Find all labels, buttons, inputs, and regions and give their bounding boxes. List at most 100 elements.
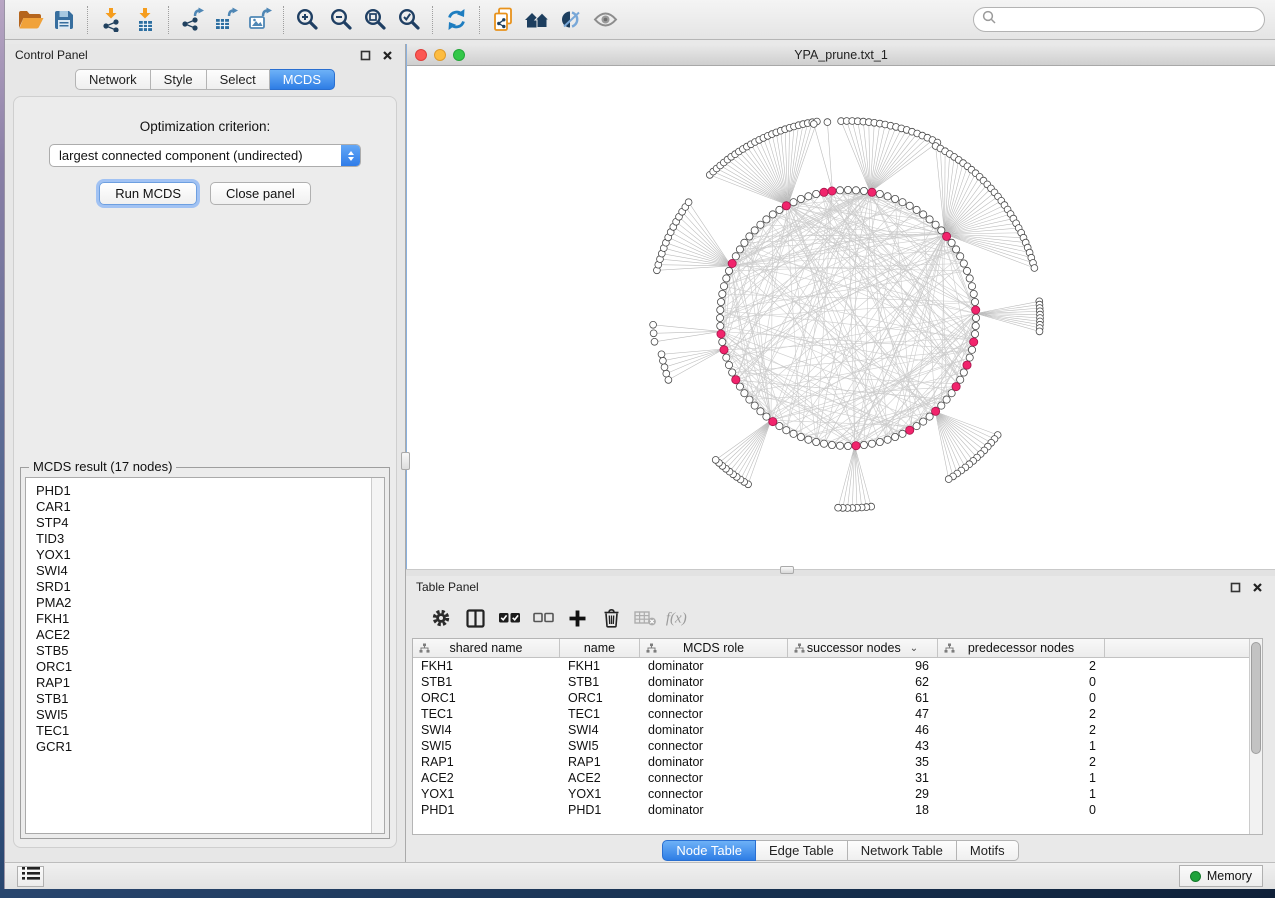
open-file-icon[interactable] xyxy=(13,4,47,36)
close-table-panel-icon[interactable] xyxy=(1249,579,1265,595)
table-row[interactable]: TEC1TEC1connector472 xyxy=(413,706,1262,722)
mcds-result-scrollbar[interactable] xyxy=(371,478,384,833)
export-network-icon[interactable] xyxy=(175,4,209,36)
mcds-result-item[interactable]: ACE2 xyxy=(36,627,374,643)
export-table-icon[interactable] xyxy=(209,4,243,36)
export-image-icon[interactable] xyxy=(243,4,277,36)
table-row[interactable]: RAP1RAP1dominator352 xyxy=(413,754,1262,770)
horizontal-splitter[interactable] xyxy=(406,569,1275,576)
mcds-result-item[interactable]: PHD1 xyxy=(36,483,374,499)
add-column-icon[interactable] xyxy=(562,603,592,633)
mcds-result-item[interactable]: SWI4 xyxy=(36,563,374,579)
save-session-icon[interactable] xyxy=(47,4,81,36)
import-table-icon[interactable] xyxy=(128,4,162,36)
select-all-checkboxes-icon[interactable] xyxy=(494,603,524,633)
table-cell: 0 xyxy=(938,690,1105,706)
desktop: Control Panel NetworkStyleSelectMCDS Opt… xyxy=(0,0,1275,898)
mcds-result-item[interactable]: TEC1 xyxy=(36,723,374,739)
settings-gear-icon[interactable] xyxy=(426,603,456,633)
column-header-MCDS-role[interactable]: MCDS role xyxy=(640,639,788,657)
run-mcds-button[interactable]: Run MCDS xyxy=(99,182,197,205)
network-graph[interactable] xyxy=(407,66,1275,564)
tab-style[interactable]: Style xyxy=(151,69,207,90)
task-history-button[interactable] xyxy=(17,866,44,887)
delete-column-icon[interactable] xyxy=(596,603,626,633)
horizontal-splitter-handle[interactable] xyxy=(780,566,794,574)
mcds-result-item[interactable]: SWI5 xyxy=(36,707,374,723)
tab-motifs[interactable]: Motifs xyxy=(957,840,1019,861)
criterion-select-value: largest connected component (undirected) xyxy=(50,148,341,163)
table-cell: SWI5 xyxy=(560,738,640,754)
import-network-icon[interactable] xyxy=(94,4,128,36)
clear-selection-checkboxes-icon[interactable] xyxy=(528,603,558,633)
mcds-result-item[interactable]: STB1 xyxy=(36,691,374,707)
table-panel-title: Table Panel xyxy=(416,580,479,594)
mcds-result-item[interactable]: ORC1 xyxy=(36,659,374,675)
preview-eye-icon[interactable] xyxy=(588,4,622,36)
hide-panels-icon[interactable] xyxy=(554,4,588,36)
function-builder-icon: f(x) xyxy=(664,603,694,633)
table-scrollbar-thumb[interactable] xyxy=(1251,642,1261,754)
mcds-result-item[interactable]: GCR1 xyxy=(36,739,374,755)
zoom-selected-icon[interactable] xyxy=(392,4,426,36)
share-document-icon[interactable] xyxy=(486,4,520,36)
zoom-fit-icon[interactable] xyxy=(358,4,392,36)
memory-button[interactable]: Memory xyxy=(1179,865,1263,887)
table-cell: dominator xyxy=(640,690,788,706)
table-cell: RAP1 xyxy=(413,754,560,770)
mcds-result-item[interactable]: RAP1 xyxy=(36,675,374,691)
tab-mcds[interactable]: MCDS xyxy=(270,69,335,90)
table-cell: dominator xyxy=(640,674,788,690)
zoom-out-icon[interactable] xyxy=(324,4,358,36)
mcds-result-item[interactable]: CAR1 xyxy=(36,499,374,515)
tab-node-table[interactable]: Node Table xyxy=(662,840,756,861)
refresh-layout-icon[interactable] xyxy=(439,4,473,36)
column-visibility-icon[interactable] xyxy=(460,603,490,633)
tab-network-table[interactable]: Network Table xyxy=(848,840,957,861)
tab-network[interactable]: Network xyxy=(75,69,151,90)
mcds-result-item[interactable]: TID3 xyxy=(36,531,374,547)
mcds-result-item[interactable]: SRD1 xyxy=(36,579,374,595)
column-header-successor-nodes[interactable]: successor nodes⌄ xyxy=(788,639,938,657)
float-table-panel-icon[interactable] xyxy=(1227,579,1243,595)
table-row[interactable]: ACE2ACE2connector311 xyxy=(413,770,1262,786)
table-tabs: Node TableEdge TableNetwork TableMotifs xyxy=(406,835,1275,862)
table-scrollbar-track[interactable] xyxy=(1249,639,1262,834)
app-window: Control Panel NetworkStyleSelectMCDS Opt… xyxy=(4,0,1275,889)
mcds-result-item[interactable]: STB5 xyxy=(36,643,374,659)
tab-edge-table[interactable]: Edge Table xyxy=(756,840,848,861)
mcds-result-item[interactable]: PMA2 xyxy=(36,595,374,611)
mcds-result-item[interactable]: STP4 xyxy=(36,515,374,531)
table-cell: 2 xyxy=(938,754,1105,770)
search-input[interactable] xyxy=(1001,13,1256,27)
toolbar-separator xyxy=(87,6,88,34)
memory-status-icon xyxy=(1190,871,1201,882)
column-header-shared-name[interactable]: shared name xyxy=(413,639,560,657)
table-row[interactable]: SWI5SWI5connector431 xyxy=(413,738,1262,754)
column-header-name[interactable]: name xyxy=(560,639,640,657)
table-row[interactable]: PHD1PHD1dominator180 xyxy=(413,802,1262,818)
mcds-result-item[interactable]: FKH1 xyxy=(36,611,374,627)
table-row[interactable]: SWI4SWI4dominator462 xyxy=(413,722,1262,738)
close-panel-icon[interactable] xyxy=(379,47,395,63)
toolbar-separator xyxy=(479,6,480,34)
search-box[interactable] xyxy=(973,7,1265,32)
table-row[interactable]: FKH1FKH1dominator962 xyxy=(413,658,1262,674)
vertical-splitter-handle[interactable] xyxy=(401,452,410,470)
criterion-select[interactable]: largest connected component (undirected) xyxy=(49,144,361,167)
toolbar-separator xyxy=(283,6,284,34)
table-row[interactable]: YOX1YOX1connector291 xyxy=(413,786,1262,802)
table-cell: 46 xyxy=(788,722,938,738)
table-row[interactable]: STB1STB1dominator620 xyxy=(413,674,1262,690)
home-icon[interactable] xyxy=(520,4,554,36)
column-header-predecessor-nodes[interactable]: predecessor nodes xyxy=(938,639,1105,657)
close-panel-button[interactable]: Close panel xyxy=(210,182,311,205)
network-canvas[interactable] xyxy=(407,66,1275,569)
tab-select[interactable]: Select xyxy=(207,69,270,90)
table-row[interactable]: ORC1ORC1dominator610 xyxy=(413,690,1262,706)
mcds-result-item[interactable]: YOX1 xyxy=(36,547,374,563)
zoom-in-icon[interactable] xyxy=(290,4,324,36)
float-panel-icon[interactable] xyxy=(357,47,373,63)
table-cell: SWI5 xyxy=(413,738,560,754)
table-cell: 18 xyxy=(788,802,938,818)
